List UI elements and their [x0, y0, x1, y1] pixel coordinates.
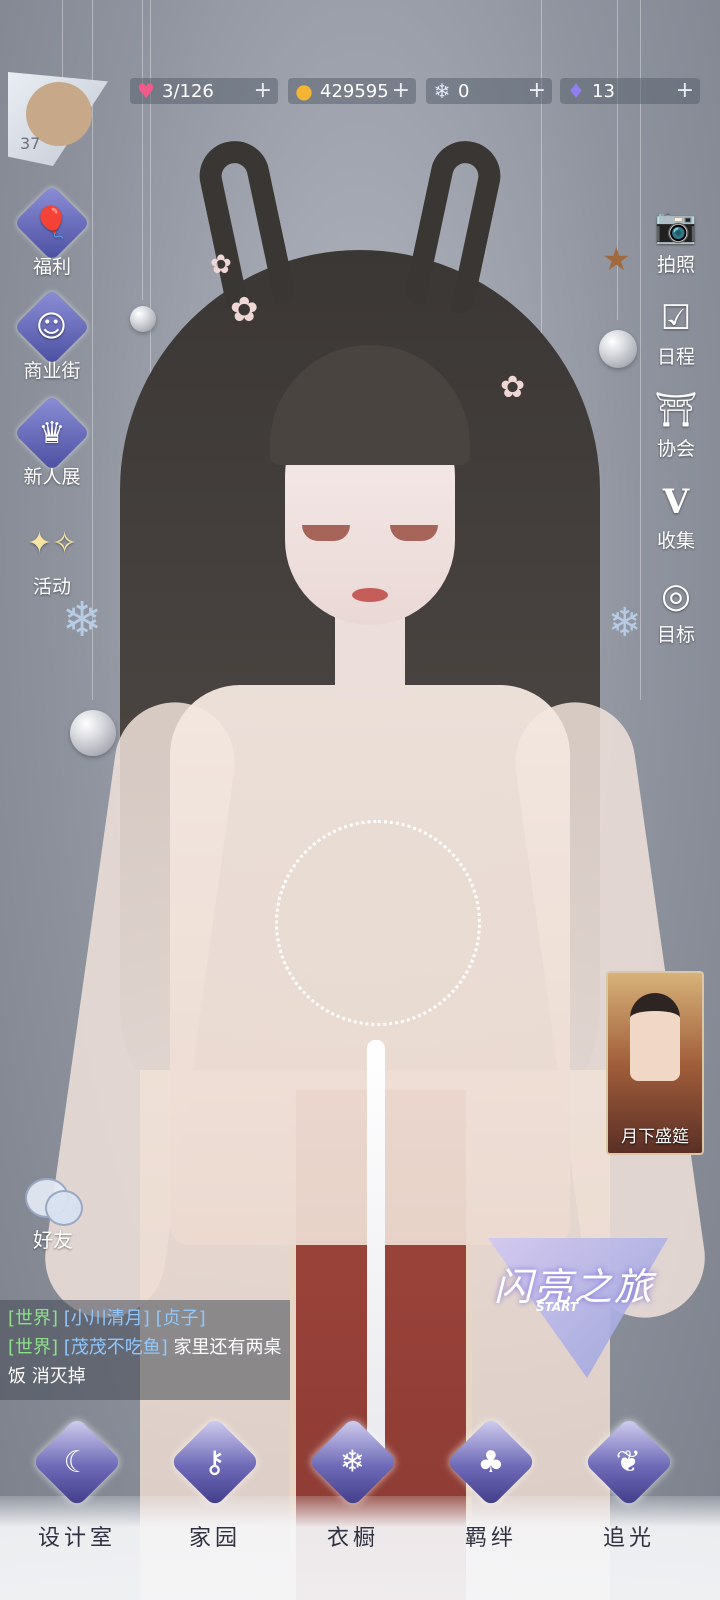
rabbit-medallion-embroidery [275, 820, 481, 1026]
event-portrait [630, 993, 680, 1081]
key-gem-icon: ⚷ [169, 1416, 261, 1508]
butterfly-gem-icon: ❦ [583, 1416, 675, 1508]
menu-goals[interactable]: ◎ 目标 [636, 574, 716, 647]
chat-text: [贞子] [155, 1308, 206, 1329]
event-card[interactable]: 月下盛筵 [606, 971, 704, 1155]
guild-building-icon: ⛩ [654, 390, 698, 430]
menu-photo-label: 拍照 [656, 254, 695, 276]
diamond-value: 13 [592, 80, 615, 102]
hair-loop-left [193, 134, 297, 316]
diamond-icon: ♦ [567, 79, 585, 103]
add-diamond-button[interactable]: + [676, 79, 694, 103]
balloon-icon: 🎈 [13, 184, 91, 262]
calendar-check-icon: ☑ [660, 298, 692, 338]
nav-bonds-label: 羁绊 [464, 1526, 517, 1551]
nav-bonds[interactable]: ♣ 羁绊 [436, 1416, 546, 1552]
friends-button[interactable]: 好友 [18, 1178, 88, 1253]
hair-flower: ✿ [210, 250, 232, 280]
nav-design-studio-label: 设计室 [37, 1526, 116, 1551]
resource-bar: ♥ 3/126 + ● 429595 + ❄ 0 + ♦ 13 + [130, 78, 700, 104]
stamina-value: 3/126 [162, 80, 214, 102]
add-gold-button[interactable]: + [392, 79, 410, 103]
moon-gem-icon: ☾ [31, 1416, 123, 1508]
crystal-counter[interactable]: ❄ 0 + [426, 78, 552, 104]
gold-counter[interactable]: ● 429595 + [288, 78, 416, 104]
start-journey-button[interactable]: 闪亮之旅 START [488, 1238, 668, 1378]
menu-commercial-street[interactable]: ☺ 商业街 [12, 288, 92, 383]
menu-events[interactable]: ✦✧ 活动 [12, 516, 92, 599]
nav-home[interactable]: ⚷ 家园 [160, 1416, 270, 1552]
crown-icon: ♛ [13, 394, 91, 472]
nav-chase-light-label: 追光 [602, 1526, 655, 1551]
nav-wardrobe-label: 衣橱 [326, 1526, 379, 1551]
chat-bubbles-icon [25, 1178, 83, 1226]
diamond-counter[interactable]: ♦ 13 + [560, 78, 700, 104]
hair-flower: ✿ [500, 370, 526, 405]
hair-flower: ✿ [230, 290, 259, 330]
chat-sender[interactable]: [小川清月] [64, 1308, 150, 1329]
target-heart-icon: ◎ [661, 576, 691, 616]
collection-v-icon: V [662, 482, 690, 522]
menu-collection-label: 收集 [656, 530, 695, 552]
chat-message: [世界] [茂茂不吃鱼] 家里还有两桌饭 消灭掉 [8, 1333, 282, 1391]
nav-home-label: 家园 [188, 1526, 241, 1551]
menu-newcomer-show[interactable]: ♛ 新人展 [12, 394, 92, 489]
heart-gem-icon: ♥ [137, 79, 155, 103]
clover-gem-icon: ♣ [445, 1416, 537, 1508]
snowflake-gem-icon: ❄ [307, 1416, 399, 1508]
gold-value: 429595 [320, 80, 389, 102]
menu-schedule-label: 日程 [656, 346, 695, 368]
camera-icon: 📷 [654, 206, 698, 246]
event-card-label: 月下盛筵 [621, 1127, 689, 1147]
add-crystal-button[interactable]: + [528, 79, 546, 103]
stamina-counter[interactable]: ♥ 3/126 + [130, 78, 278, 104]
nav-design-studio[interactable]: ☾ 设计室 [22, 1416, 132, 1552]
menu-goals-label: 目标 [656, 624, 695, 646]
menu-schedule[interactable]: ☑ 日程 [636, 296, 716, 369]
menu-welfare[interactable]: 🎈 福利 [12, 184, 92, 279]
snowflake-crystal-icon: ❄ [433, 79, 451, 103]
menu-events-label: 活动 [32, 576, 71, 598]
friends-label: 好友 [33, 1228, 73, 1252]
crystal-value: 0 [458, 80, 470, 102]
nav-chase-light[interactable]: ❦ 追光 [574, 1416, 684, 1552]
menu-collection[interactable]: V 收集 [636, 480, 716, 553]
chat-sender[interactable]: [茂茂不吃鱼] [64, 1337, 168, 1358]
nav-wardrobe[interactable]: ❄ 衣橱 [298, 1416, 408, 1552]
chat-message: [世界] [小川清月] [贞子] [8, 1304, 282, 1333]
menu-association[interactable]: ⛩ 协会 [636, 388, 716, 461]
character-lips [352, 588, 388, 602]
waist-tassel [367, 1040, 385, 1480]
world-chat[interactable]: [世界] [小川清月] [贞子] [世界] [茂茂不吃鱼] 家里还有两桌饭 消灭… [0, 1300, 290, 1400]
player-level: 37 [20, 134, 41, 153]
start-badge-sub: START [536, 1300, 579, 1314]
menu-association-label: 协会 [656, 438, 695, 460]
sparkle-stars-icon: ✦✧ [26, 525, 78, 561]
add-stamina-button[interactable]: + [254, 79, 272, 103]
player-avatar[interactable]: 37 [8, 72, 108, 166]
gold-coin-icon: ● [295, 79, 313, 103]
chat-channel: [世界] [8, 1337, 59, 1358]
chat-channel: [世界] [8, 1308, 59, 1329]
menu-photo[interactable]: 📷 拍照 [636, 204, 716, 277]
shopping-bag-icon: ☺ [13, 288, 91, 366]
